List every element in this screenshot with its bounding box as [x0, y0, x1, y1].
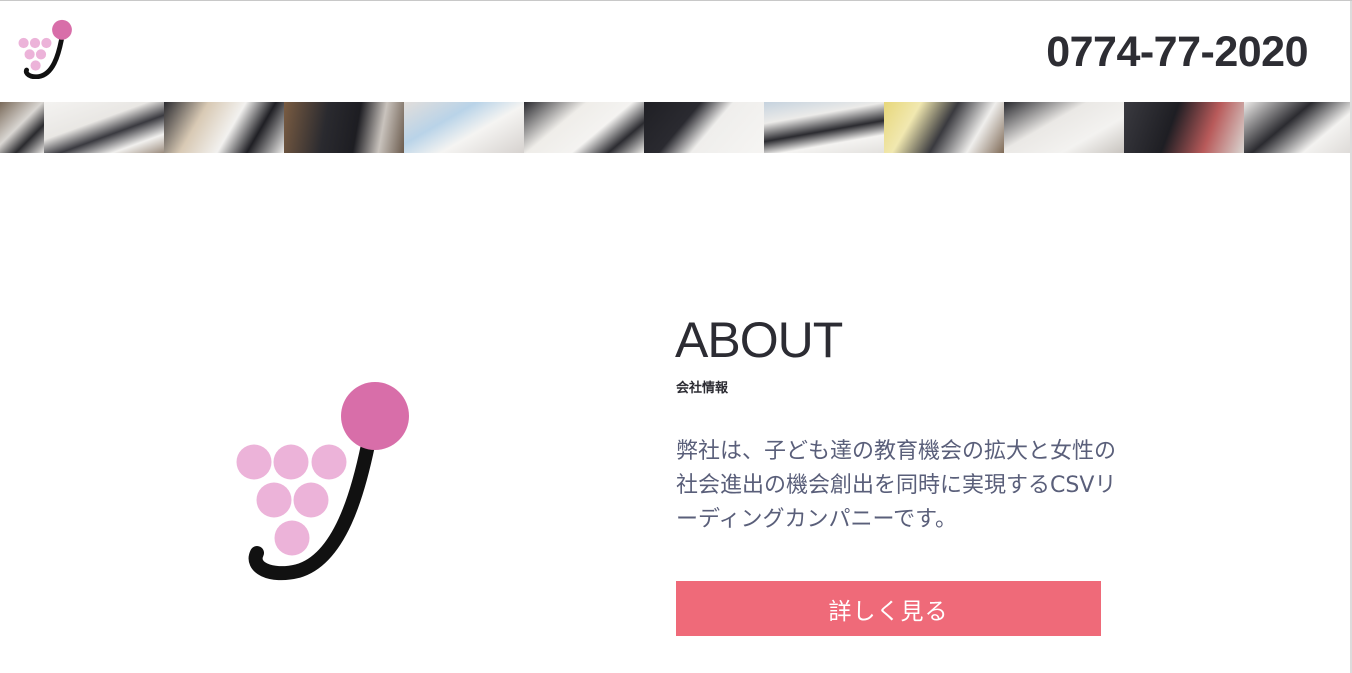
- photo-tile: [764, 102, 884, 153]
- photo-tile: [0, 102, 44, 153]
- photo-tile: [644, 102, 764, 153]
- photo-tile: [284, 102, 404, 153]
- photo-tile: [164, 102, 284, 153]
- about-description: 弊社は、子ども達の教育機会の拡大と女性の 社会進出の機会創出を同時に実現するCS…: [676, 435, 1196, 537]
- photo-tile: [524, 102, 644, 153]
- about-description-line: ーディングカンパニーです。: [676, 507, 957, 532]
- photo-tile: [1124, 102, 1244, 153]
- about-title: ABOUT: [675, 312, 843, 368]
- photo-tile: [884, 102, 1004, 153]
- about-description-line: 社会進出の機会創出を同時に実現するCSVリ: [676, 473, 1117, 498]
- phone-number[interactable]: 0774-77-2020: [1046, 31, 1308, 74]
- company-logo-icon[interactable]: [18, 19, 76, 79]
- about-subtitle: 会社情報: [676, 381, 729, 396]
- about-logo-icon: [236, 382, 409, 581]
- photo-strip: [0, 102, 1352, 153]
- photo-tile: [44, 102, 164, 153]
- more-details-button[interactable]: 詳しく見る: [676, 581, 1101, 636]
- page: 0774-77-2020 ABOUT 会社情報 弊社は、子ども達の教育機会の拡大…: [0, 0, 1352, 673]
- photo-tile: [1244, 102, 1352, 153]
- photo-tile: [1004, 102, 1124, 153]
- about-description-line: 弊社は、子ども達の教育機会の拡大と女性の: [676, 439, 1117, 464]
- photo-tile: [404, 102, 524, 153]
